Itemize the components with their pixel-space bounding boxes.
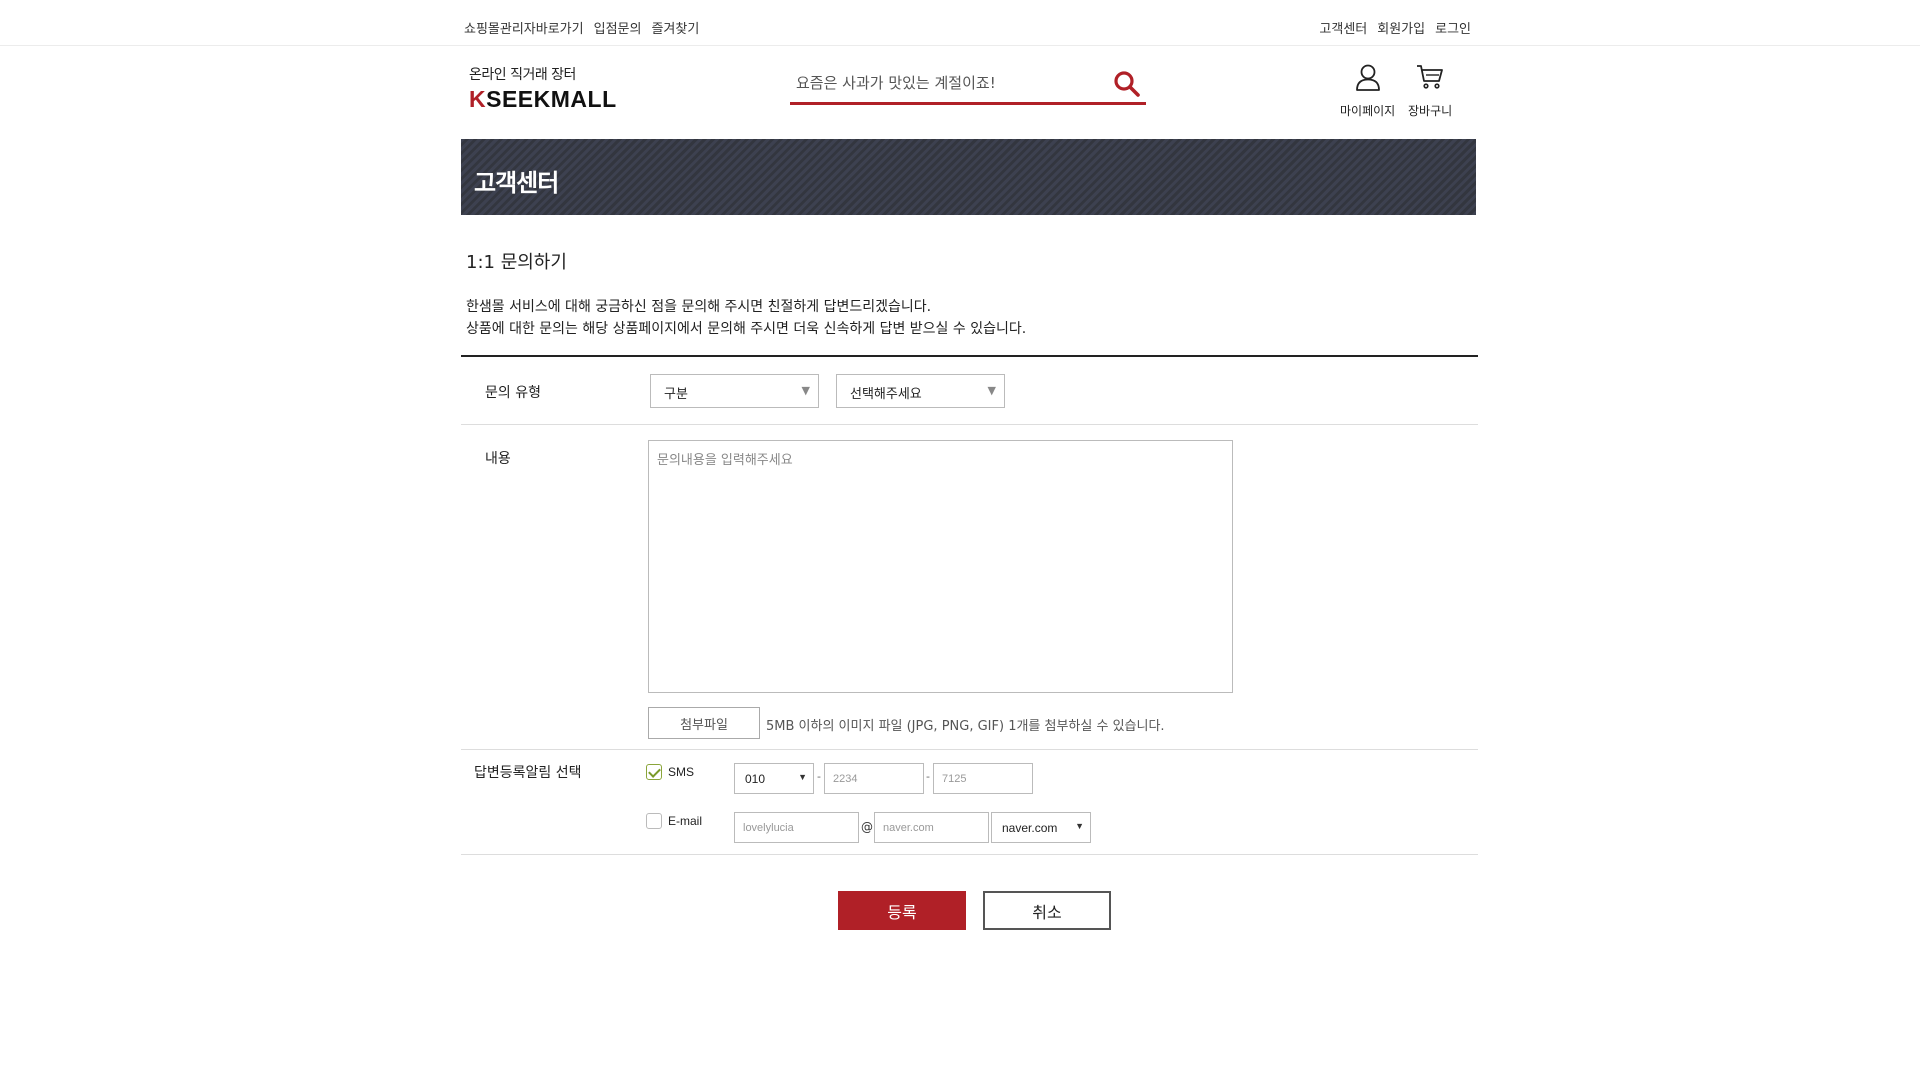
banner-title: 고객센터 — [474, 169, 559, 197]
signup-link[interactable]: 회원가입 — [1377, 18, 1425, 37]
phone-last-input[interactable] — [933, 763, 1033, 794]
cart-label: 장바구니 — [1408, 104, 1453, 118]
search-input[interactable] — [796, 66, 1096, 100]
mypage-button[interactable]: 마이페이지 — [1340, 62, 1395, 119]
login-link[interactable]: 로그인 — [1435, 18, 1471, 37]
phone-prefix-select[interactable]: 010 ▼ — [734, 763, 814, 794]
logo-wordmark: KSEEKMALL — [469, 86, 617, 112]
category-select[interactable]: 구분 ▼ — [650, 374, 819, 408]
submit-button[interactable]: 등록 — [838, 891, 966, 930]
dropdown-arrow-icon: ▼ — [1075, 821, 1084, 831]
attach-note: 5MB 이하의 이미지 파일 (JPG, PNG, GIF) 1개를 첨부하실 … — [766, 719, 1165, 734]
page-title: 1:1 문의하기 — [466, 252, 567, 273]
content-textarea[interactable] — [648, 440, 1233, 693]
inquiry-form: 문의 유형 구분 ▼ 선택해주세요 ▼ 내용 첨부파일 5MB 이하의 이미지 … — [461, 355, 1478, 855]
email-domain-select[interactable]: naver.com ▼ — [991, 812, 1091, 843]
inquiry-type-label: 문의 유형 — [485, 385, 541, 401]
category-select-value: 구분 — [664, 387, 688, 402]
dropdown-arrow-icon: ▼ — [798, 772, 807, 782]
search-bar — [790, 66, 1146, 105]
dropdown-arrow-icon: ▼ — [987, 384, 996, 397]
phone-dash: - — [817, 770, 821, 783]
sms-checkbox[interactable] — [646, 764, 662, 780]
email-at: @ — [861, 820, 873, 834]
email-label: E-mail — [668, 814, 703, 828]
notify-label: 답변등록알림 선택 — [474, 765, 582, 781]
intro-text: 한샘몰 서비스에 대해 궁금하신 점을 문의해 주시면 친절하게 답변드리겠습니… — [466, 296, 1026, 340]
detail-select-value: 선택해주세요 — [850, 387, 922, 402]
email-checkbox[interactable] — [646, 813, 662, 829]
sms-label: SMS — [668, 765, 695, 779]
cart-button[interactable]: 장바구니 — [1408, 62, 1452, 119]
phone-prefix-value: 010 — [745, 772, 766, 786]
content-label: 내용 — [485, 451, 511, 467]
dropdown-arrow-icon: ▼ — [801, 384, 810, 397]
cart-icon — [1417, 65, 1443, 89]
search-icon[interactable] — [1112, 69, 1142, 99]
site-logo[interactable]: 온라인 직거래 장터 KSEEKMALL — [469, 64, 617, 113]
notify-row: 답변등록알림 선택 SMS 010 ▼ - - E-mail @ naver.c… — [461, 750, 1478, 855]
email-id-input[interactable] — [734, 812, 859, 843]
store-inquiry-link[interactable]: 입점문의 — [594, 18, 642, 37]
intro-line-2: 상품에 대한 문의는 해당 상품페이지에서 문의해 주시면 더욱 신속하게 답변… — [466, 321, 1027, 337]
attach-file-button[interactable]: 첨부파일 — [648, 707, 760, 739]
cancel-button[interactable]: 취소 — [983, 891, 1111, 930]
phone-dash: - — [926, 770, 930, 783]
content-row: 내용 첨부파일 5MB 이하의 이미지 파일 (JPG, PNG, GIF) 1… — [461, 425, 1478, 750]
detail-select[interactable]: 선택해주세요 ▼ — [836, 374, 1005, 408]
logo-subtitle: 온라인 직거래 장터 — [469, 67, 576, 83]
email-domain-input[interactable] — [874, 812, 989, 843]
phone-mid-input[interactable] — [824, 763, 924, 794]
intro-line-1: 한샘몰 서비스에 대해 궁금하신 점을 문의해 주시면 친절하게 답변드리겠습니… — [466, 299, 932, 315]
page-banner: 고객센터 — [461, 139, 1476, 215]
inquiry-type-row: 문의 유형 구분 ▼ 선택해주세요 ▼ — [461, 357, 1478, 425]
user-icon — [1355, 64, 1380, 91]
customer-center-link[interactable]: 고객센터 — [1319, 18, 1367, 37]
email-option: E-mail — [646, 813, 702, 829]
bookmark-link[interactable]: 즐겨찾기 — [651, 18, 699, 37]
admin-shortcut-link[interactable]: 쇼핑몰관리자바로가기 — [464, 18, 584, 37]
mypage-label: 마이페이지 — [1340, 104, 1396, 118]
email-domain-select-value: naver.com — [1002, 821, 1058, 835]
top-bar: 쇼핑몰관리자바로가기 입점문의 즐겨찾기 고객센터 회원가입 로그인 — [0, 0, 1920, 46]
top-nav-right: 고객센터 회원가입 로그인 — [1319, 18, 1471, 37]
top-nav-left: 쇼핑몰관리자바로가기 입점문의 즐겨찾기 — [464, 18, 699, 37]
sms-option: SMS — [646, 764, 694, 780]
